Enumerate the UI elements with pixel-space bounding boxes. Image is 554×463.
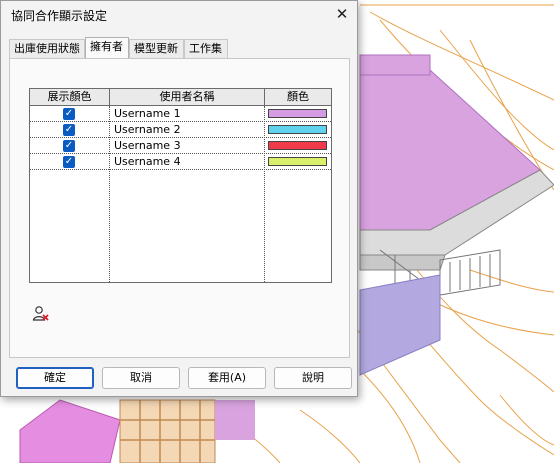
user-name-cell: Username 1 [114, 107, 181, 120]
color-swatch[interactable] [268, 109, 327, 118]
close-icon[interactable]: ✕ [331, 3, 353, 25]
tab-owners[interactable]: 擁有者 [85, 37, 129, 59]
user-name-cell: Username 2 [114, 123, 181, 136]
show-color-checkbox[interactable]: ✓ [63, 140, 75, 152]
table-row: ✓ Username 3 [30, 138, 331, 154]
table-row: ✓ Username 1 [30, 106, 331, 122]
owners-tab-panel: 展示顏色 使用者名稱 顏色 ✓ Username 1 ✓ Username 2 … [9, 58, 350, 358]
help-button[interactable]: 說明 [274, 367, 352, 389]
ok-button[interactable]: 確定 [16, 367, 94, 389]
user-name-cell: Username 3 [114, 139, 181, 152]
cancel-button[interactable]: 取消 [102, 367, 180, 389]
show-color-checkbox[interactable]: ✓ [63, 156, 75, 168]
title-bar[interactable]: 協同合作顯示設定 ✕ [1, 1, 357, 29]
table-row: ✓ Username 2 [30, 122, 331, 138]
tab-checkout-status[interactable]: 出庫使用狀態 [9, 39, 85, 58]
remove-user-icon[interactable] [32, 305, 50, 323]
table-row: ✓ Username 4 [30, 154, 331, 170]
collaboration-display-settings-dialog: 協同合作顯示設定 ✕ 出庫使用狀態 擁有者 模型更新 工作集 展示顏色 使用者名… [0, 0, 358, 397]
column-header-color: 顏色 [265, 89, 331, 106]
color-swatch[interactable] [268, 157, 327, 166]
user-name-cell: Username 4 [114, 155, 181, 168]
tab-model-updates[interactable]: 模型更新 [129, 39, 184, 58]
column-header-show-color: 展示顏色 [30, 89, 110, 106]
color-swatch[interactable] [268, 141, 327, 150]
color-swatch[interactable] [268, 125, 327, 134]
show-color-checkbox[interactable]: ✓ [63, 108, 75, 120]
tab-worksets[interactable]: 工作集 [184, 39, 228, 58]
column-header-user-name: 使用者名稱 [110, 89, 265, 106]
show-color-checkbox[interactable]: ✓ [63, 124, 75, 136]
apply-button[interactable]: 套用(A) [188, 367, 266, 389]
owners-table: 展示顏色 使用者名稱 顏色 ✓ Username 1 ✓ Username 2 … [29, 88, 332, 283]
dialog-title: 協同合作顯示設定 [11, 9, 108, 23]
